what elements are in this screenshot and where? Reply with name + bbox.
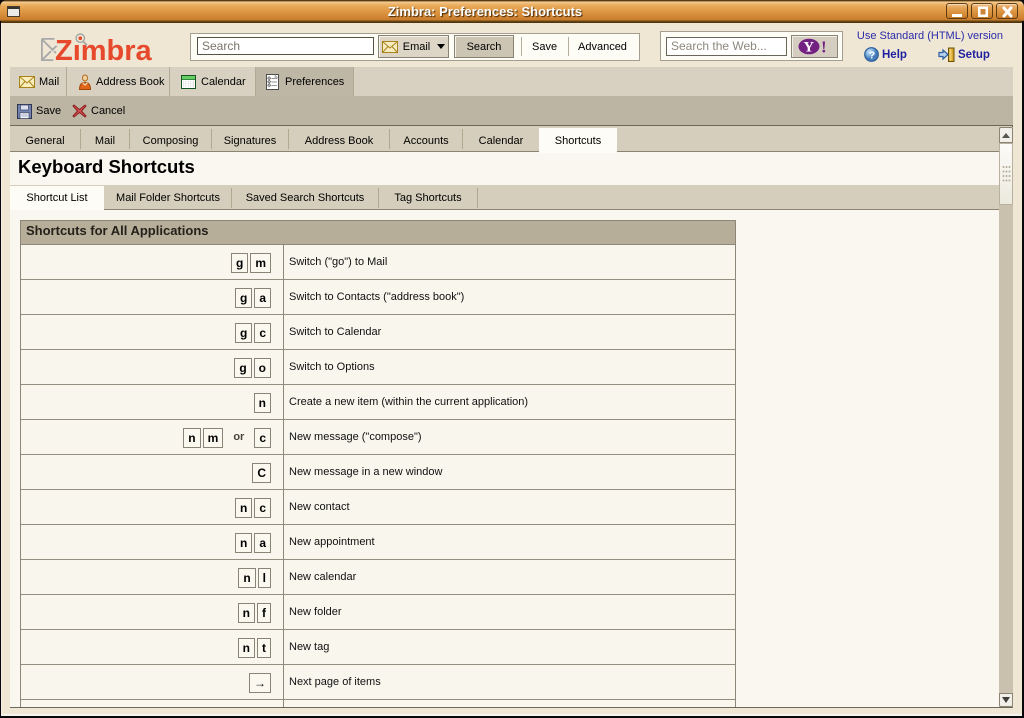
svg-text:Zımbra: Zımbra — [55, 35, 153, 64]
svg-text:?: ? — [869, 49, 875, 61]
